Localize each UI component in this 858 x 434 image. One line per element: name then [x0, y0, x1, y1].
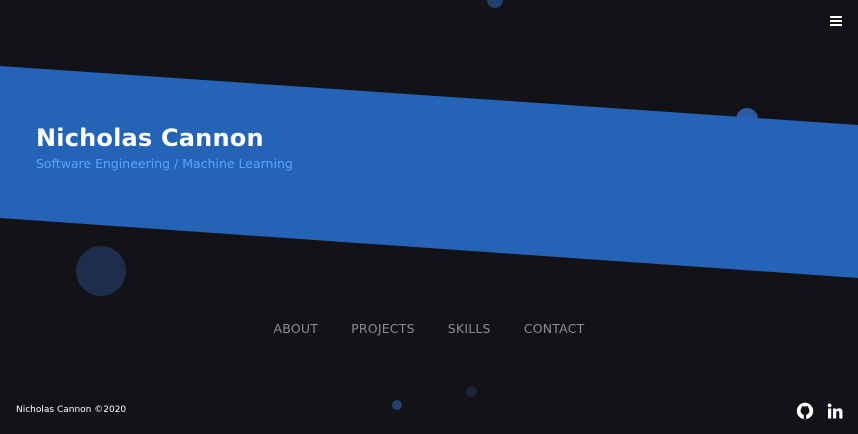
page-title: Nicholas Cannon [36, 124, 264, 152]
decorative-circle [466, 386, 477, 397]
page: Nicholas Cannon Software Engineering / M… [0, 0, 858, 434]
menu-line [830, 20, 842, 22]
nav-link-skills[interactable]: SKILLS [448, 321, 491, 336]
copyright-text: Nicholas Cannon ©2020 [16, 405, 127, 415]
hero: Nicholas Cannon Software Engineering / M… [36, 124, 293, 171]
menu-line [830, 16, 842, 18]
menu-line [830, 24, 842, 26]
nav-link-projects[interactable]: PROJECTS [351, 321, 415, 336]
hamburger-menu-icon[interactable] [830, 16, 842, 28]
decorative-circle [392, 400, 402, 410]
nav-link-about[interactable]: ABOUT [274, 321, 319, 336]
page-subtitle: Software Engineering / Machine Learning [36, 156, 293, 171]
hero-band [0, 66, 858, 278]
decorative-circle [76, 246, 126, 296]
main-nav: ABOUT PROJECTS SKILLS CONTACT [0, 318, 858, 337]
nav-link-contact[interactable]: CONTACT [524, 321, 585, 336]
github-icon[interactable] [796, 402, 814, 420]
linkedin-icon[interactable] [826, 402, 844, 420]
